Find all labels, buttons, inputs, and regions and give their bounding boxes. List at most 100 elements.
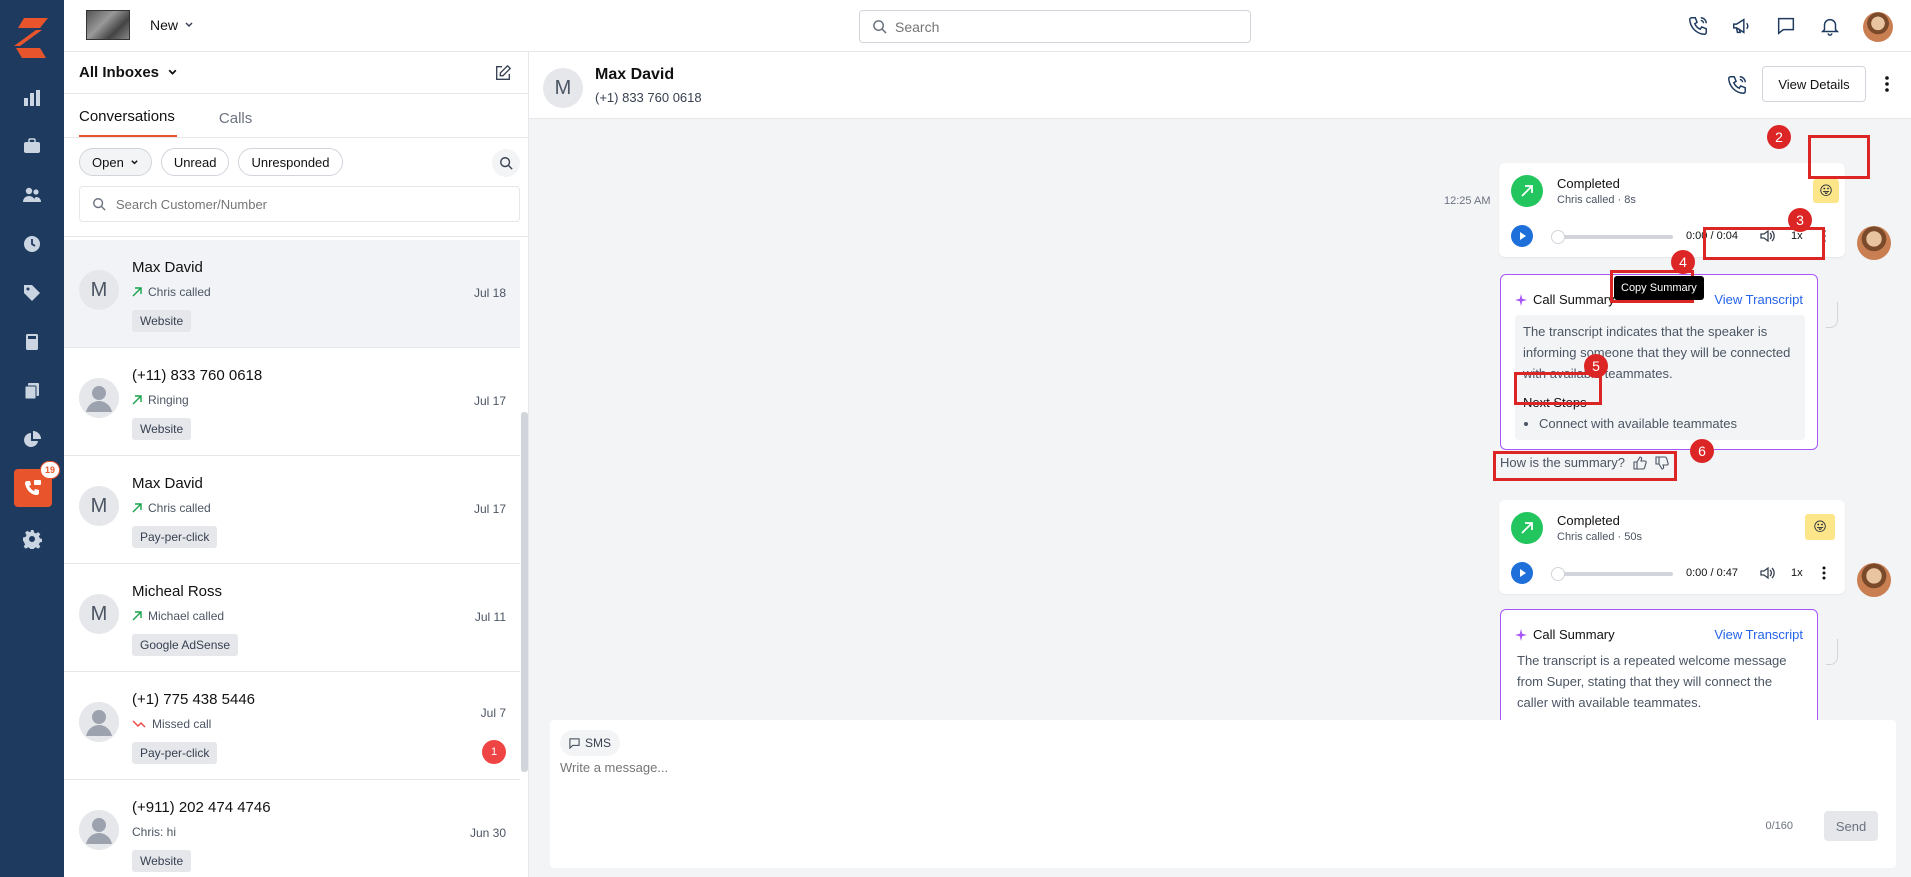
volume-icon[interactable] [1759, 565, 1775, 581]
message-composer: SMS 0/160 Send [550, 720, 1896, 868]
more-options-icon[interactable] [1884, 74, 1890, 94]
conversation-item[interactable]: (+911) 202 474 4746 Chris: hi Website Ju… [64, 780, 520, 877]
person-placeholder-icon [79, 378, 119, 418]
nav-tags[interactable] [16, 277, 48, 309]
contact-name: (+911) 202 474 4746 [132, 799, 271, 816]
audio-progress-track[interactable] [1555, 235, 1673, 239]
play-button[interactable] [1511, 562, 1533, 584]
conversation-date: Jun 30 [469, 826, 506, 840]
compose-icon[interactable] [494, 64, 512, 82]
conversation-item[interactable]: M Micheal Ross Michael called Google AdS… [64, 564, 520, 672]
messages-button[interactable] [1775, 15, 1797, 40]
nav-history[interactable] [16, 228, 48, 260]
last-activity-text: Ringing [148, 393, 189, 407]
annotation-box-5 [1514, 372, 1602, 405]
person-placeholder-icon [79, 810, 119, 850]
conversation-item[interactable]: (+11) 833 760 0618 Ringing Website Jul 1… [64, 348, 520, 456]
customer-search[interactable] [79, 186, 520, 222]
phone-icon[interactable] [1726, 74, 1748, 96]
customer-search-input[interactable] [116, 196, 476, 212]
conversation-list: M Max David Chris called Website Jul 18 … [64, 240, 520, 877]
nav-documents[interactable] [16, 375, 48, 407]
list-scrollbar[interactable] [521, 412, 528, 772]
call-status: Completed [1557, 176, 1620, 191]
conversation-item[interactable]: M Max David Chris called Website Jul 18 [64, 240, 520, 348]
conversation-item[interactable]: M Max David Chris called Pay-per-click J… [64, 456, 520, 564]
call-summary-header: Call Summary [1515, 627, 1615, 642]
clock-icon [24, 236, 40, 252]
audio-duration: 0:00 / 0:47 [1686, 567, 1738, 579]
user-avatar[interactable] [1863, 12, 1893, 42]
gear-icon [23, 530, 42, 549]
tag-icon [24, 285, 40, 301]
notifications-button[interactable] [1819, 15, 1841, 40]
playback-speed[interactable]: 1x [1791, 567, 1803, 579]
play-button[interactable] [1511, 225, 1533, 247]
nav-settings[interactable] [16, 523, 48, 555]
conversation-date: Jul 17 [473, 394, 506, 408]
message-input[interactable] [560, 760, 1880, 800]
summary-body: The transcript is a repeated welcome mes… [1515, 650, 1805, 713]
conversation-item[interactable]: (+1) 775 438 5446 Missed call Pay-per-cl… [64, 672, 520, 780]
nav-reports[interactable] [16, 424, 48, 456]
agent-avatar [1857, 226, 1891, 260]
filter-search-button[interactable] [492, 149, 520, 177]
sentiment-emoji-icon[interactable]: 😛 [1813, 179, 1839, 203]
summary-text: The transcript is a repeated welcome mes… [1517, 653, 1787, 710]
audio-progress-track[interactable] [1555, 572, 1673, 576]
list-tabs: Conversations Calls [64, 94, 528, 138]
sentiment-emoji-icon[interactable]: 😛 [1805, 514, 1835, 540]
global-search-input[interactable] [895, 18, 1225, 35]
inbox-selector[interactable]: All Inboxes [79, 64, 178, 81]
source-tag: Website [132, 850, 192, 872]
call-record-card: Completed Chris called · 50s 😛 0:00 / 0:… [1499, 500, 1845, 594]
outgoing-call-icon [1511, 512, 1543, 544]
nav-billing[interactable] [16, 326, 48, 358]
app-logo-icon[interactable] [14, 18, 50, 58]
list-divider [64, 236, 529, 237]
channel-selector[interactable]: SMS [560, 730, 621, 756]
workspace-thumbnail[interactable] [86, 10, 130, 40]
filter-open[interactable]: Open [79, 148, 152, 176]
nav-contacts[interactable] [16, 179, 48, 211]
view-details-button[interactable]: View Details [1762, 66, 1866, 102]
top-actions [1687, 12, 1893, 42]
copy-summary-tooltip[interactable]: Copy Summary [1614, 276, 1704, 300]
nav-deals[interactable] [16, 130, 48, 162]
global-search[interactable] [859, 10, 1251, 43]
source-tag: Pay-per-click [132, 526, 218, 548]
tab-calls[interactable]: Calls [219, 110, 252, 137]
annotation-box-6 [1493, 451, 1677, 481]
audio-progress-handle[interactable] [1551, 567, 1565, 581]
phone-icon [1689, 16, 1707, 35]
next-step-item: Connect with available teammates [1539, 413, 1797, 434]
last-activity: Chris called [132, 285, 211, 299]
contact-avatar [79, 702, 119, 742]
contact-name: Max David [132, 475, 203, 492]
tab-conversations[interactable]: Conversations [79, 108, 177, 137]
send-button[interactable]: Send [1824, 811, 1878, 841]
nav-dashboard[interactable] [16, 82, 48, 114]
source-tag: Website [132, 310, 192, 332]
more-options-icon[interactable] [1821, 565, 1827, 581]
contact-avatar [79, 378, 119, 418]
new-menu-button[interactable]: New [150, 17, 194, 33]
view-transcript-link[interactable]: View Transcript [1714, 627, 1803, 642]
campaign-button[interactable] [1731, 15, 1753, 40]
search-icon [873, 20, 887, 34]
call-summary-title: Call Summary [1533, 627, 1615, 642]
phone-button[interactable] [1687, 15, 1709, 40]
annotation-number-6: 6 [1690, 439, 1714, 463]
pie-chart-icon [24, 431, 41, 447]
documents-icon [24, 383, 39, 400]
contact-name: (+1) 775 438 5446 [132, 691, 256, 708]
filter-unread[interactable]: Unread [160, 148, 230, 176]
outgoing-call-icon [132, 287, 142, 297]
audio-progress-handle[interactable] [1551, 230, 1565, 244]
contact-name: Max David [132, 259, 203, 276]
filter-unresponded[interactable]: Unresponded [238, 148, 343, 176]
view-transcript-link[interactable]: View Transcript [1714, 292, 1803, 307]
annotation-box-2 [1808, 135, 1870, 179]
outgoing-call-icon [132, 611, 142, 621]
calculator-icon [26, 334, 38, 350]
